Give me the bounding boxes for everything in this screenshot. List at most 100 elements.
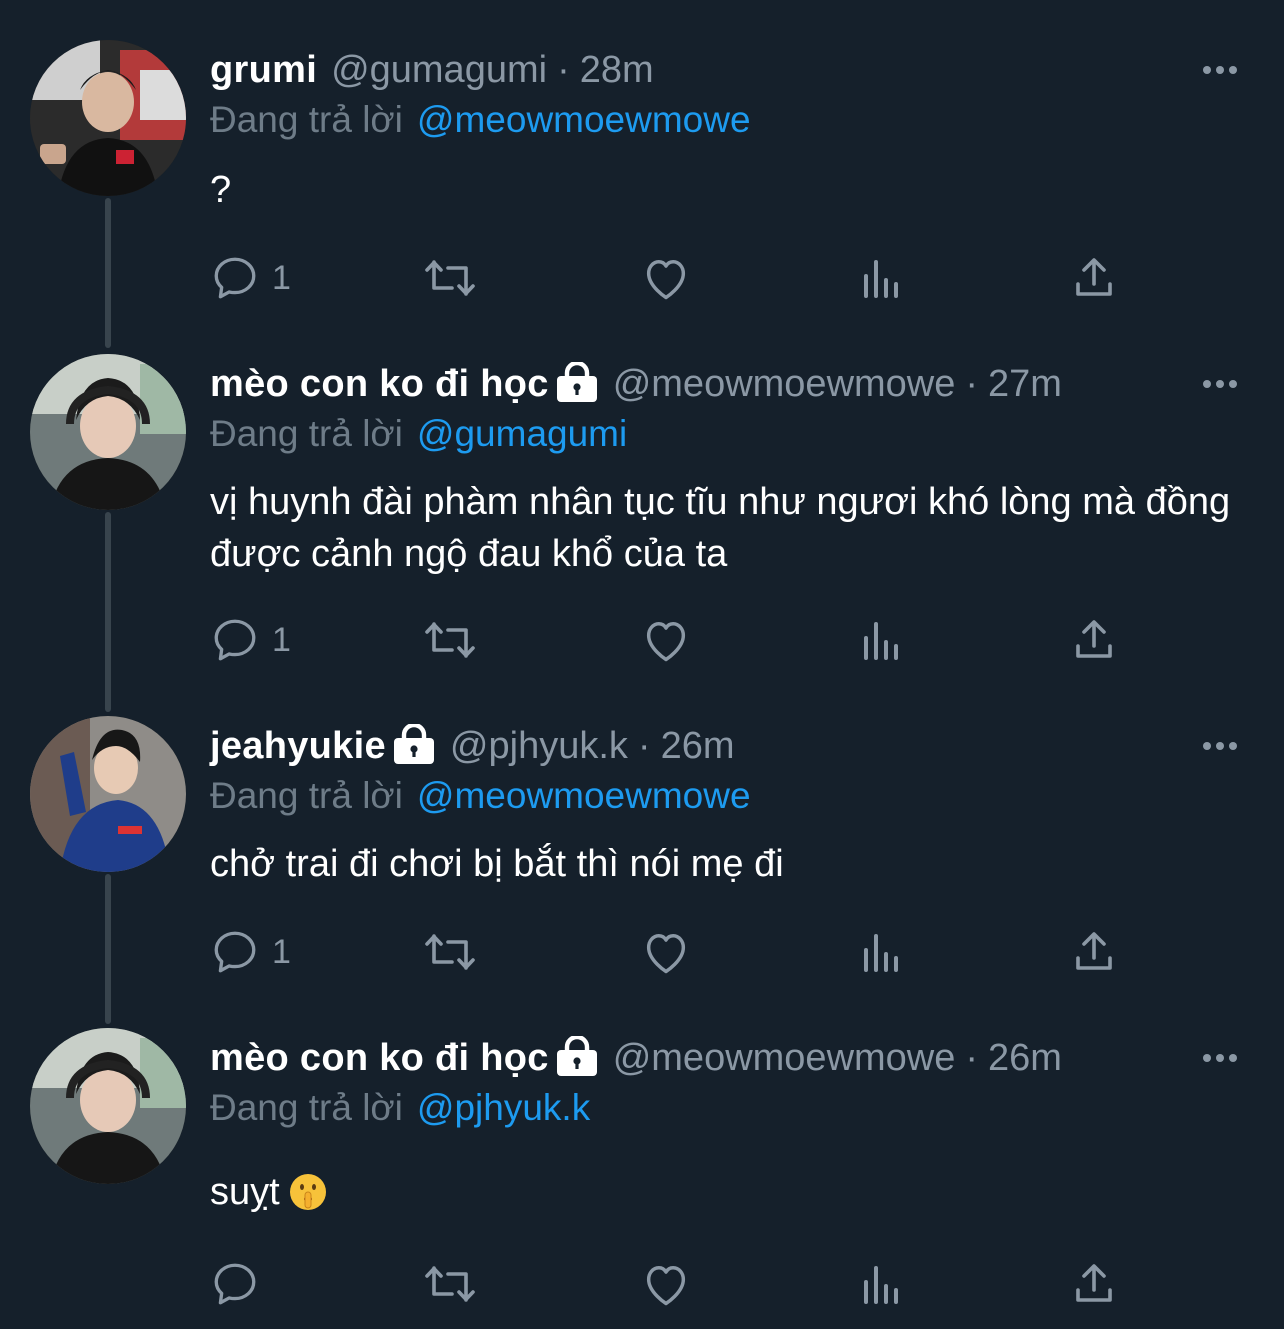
reply-button[interactable]: 1 [210,610,291,670]
avatar[interactable] [30,1028,186,1184]
tweet-text: chở trai đi chơi bị bắt thì nói mẹ đi [210,843,784,885]
display-name[interactable]: mèo con ko đi học [210,354,549,414]
share-icon [1076,258,1112,296]
tweet[interactable]: mèo con ko đi học @meowmoewmowe · 26m Đa… [0,1028,1284,1318]
share-button[interactable] [1070,922,1118,982]
display-name[interactable]: mèo con ko đi học [210,1028,549,1088]
reply-thread: grumi @gumagumi · 28m Đang trả lời @meowm… [0,0,1284,1329]
views-icon [864,260,898,298]
lock-icon [393,724,434,764]
reply-button[interactable] [210,1254,272,1314]
display-name[interactable]: jeahyukie [210,716,386,776]
retweet-icon [425,934,475,970]
replying-to: Đang trả lời @meowmoewmowe [210,768,751,824]
user-avatar-photo-icon [30,1028,186,1184]
tweet-text: vị huynh đài phàm nhân tục tĩu như ngươi… [210,481,1231,575]
reply-count: 1 [272,620,291,659]
views-icon [864,934,898,972]
user-avatar-photo-icon [30,40,186,196]
replying-to-label: Đang trả lời [210,99,403,140]
reply-button[interactable]: 1 [210,248,291,308]
replying-to: Đang trả lời @gumagumi [210,406,627,462]
more-icon[interactable] [1200,50,1240,90]
separator-dot: · [637,725,651,767]
timestamp[interactable]: 26m [661,716,735,776]
separator-dot: · [557,49,570,91]
separator-dot: · [965,363,979,405]
action-bar: 1 [210,248,1210,308]
user-handle[interactable]: @gumagumi [331,40,547,100]
tweet-header: mèo con ko đi học @meowmoewmowe · 26m [210,1028,1244,1088]
avatar[interactable] [30,716,186,872]
timestamp[interactable]: 27m [988,354,1062,414]
mention-link[interactable]: @meowmoewmowe [417,99,751,140]
reply-icon [214,619,256,661]
like-icon [646,622,686,662]
user-avatar-photo-icon [30,354,186,510]
reply-count: 1 [272,258,291,297]
retweet-icon [425,1266,475,1302]
share-button[interactable] [1070,610,1118,670]
views-button[interactable] [856,922,904,982]
reply-icon [214,1263,256,1305]
tweet-header: grumi @gumagumi · 28m [210,40,1244,100]
like-button[interactable] [640,1254,692,1314]
timestamp[interactable]: 26m [988,1028,1062,1088]
reply-icon [214,257,256,299]
views-icon [864,622,898,660]
user-handle[interactable]: @meowmoewmowe [613,1028,956,1088]
views-button[interactable] [856,248,904,308]
like-button[interactable] [640,610,692,670]
avatar[interactable] [30,354,186,510]
action-bar: 1 [210,610,1210,670]
action-bar [210,1254,1210,1314]
display-name[interactable]: grumi [210,40,317,100]
reply-icon [214,931,256,973]
share-icon [1076,932,1112,970]
lock-icon [556,362,597,402]
lock-icon [556,1036,597,1076]
timestamp[interactable]: 28m [580,40,654,100]
like-button[interactable] [640,922,692,982]
shushing-face-emoji-icon [289,1174,326,1210]
like-button[interactable] [640,248,692,308]
more-icon[interactable] [1200,726,1240,766]
retweet-button[interactable] [422,248,478,308]
separator-dot: · [965,1037,979,1079]
user-handle[interactable]: @pjhyuk.k [450,716,628,776]
more-icon[interactable] [1200,1038,1240,1078]
more-icon[interactable] [1200,364,1240,404]
share-icon [1076,1264,1112,1302]
views-button[interactable] [856,1254,904,1314]
retweet-button[interactable] [422,922,478,982]
tweet[interactable]: mèo con ko đi học @meowmoewmowe · 27m Đa… [0,354,1284,684]
avatar[interactable] [30,40,186,196]
tweet-text: ? [210,169,232,211]
like-icon [646,260,686,300]
mention-link[interactable]: @pjhyuk.k [417,1087,590,1128]
retweet-button[interactable] [422,1254,478,1314]
tweet[interactable]: grumi @gumagumi · 28m Đang trả lời @meowm… [0,40,1284,330]
tweet-text: suỵt [210,1166,1240,1218]
like-icon [646,934,686,974]
share-icon [1076,620,1112,658]
views-button[interactable] [856,610,904,670]
mention-link[interactable]: @meowmoewmowe [417,775,751,816]
reply-button[interactable]: 1 [210,922,291,982]
mention-link[interactable]: @gumagumi [417,413,627,454]
user-handle[interactable]: @meowmoewmowe [613,354,956,414]
replying-to: Đang trả lời @pjhyuk.k [210,1080,590,1136]
replying-to-label: Đang trả lời [210,775,403,816]
reply-count: 1 [272,932,291,971]
tweet[interactable]: jeahyukie @pjhyuk.k · 26m Đang trả lời @m… [0,716,1284,1006]
share-button[interactable] [1070,1254,1118,1314]
views-icon [864,1266,898,1304]
share-button[interactable] [1070,248,1118,308]
replying-to-label: Đang trả lời [210,1087,403,1128]
replying-to: Đang trả lời @meowmoewmowe [210,92,751,148]
like-icon [646,1266,686,1306]
retweet-icon [425,260,475,296]
action-bar: 1 [210,922,1210,982]
retweet-button[interactable] [422,610,478,670]
retweet-icon [425,622,475,658]
